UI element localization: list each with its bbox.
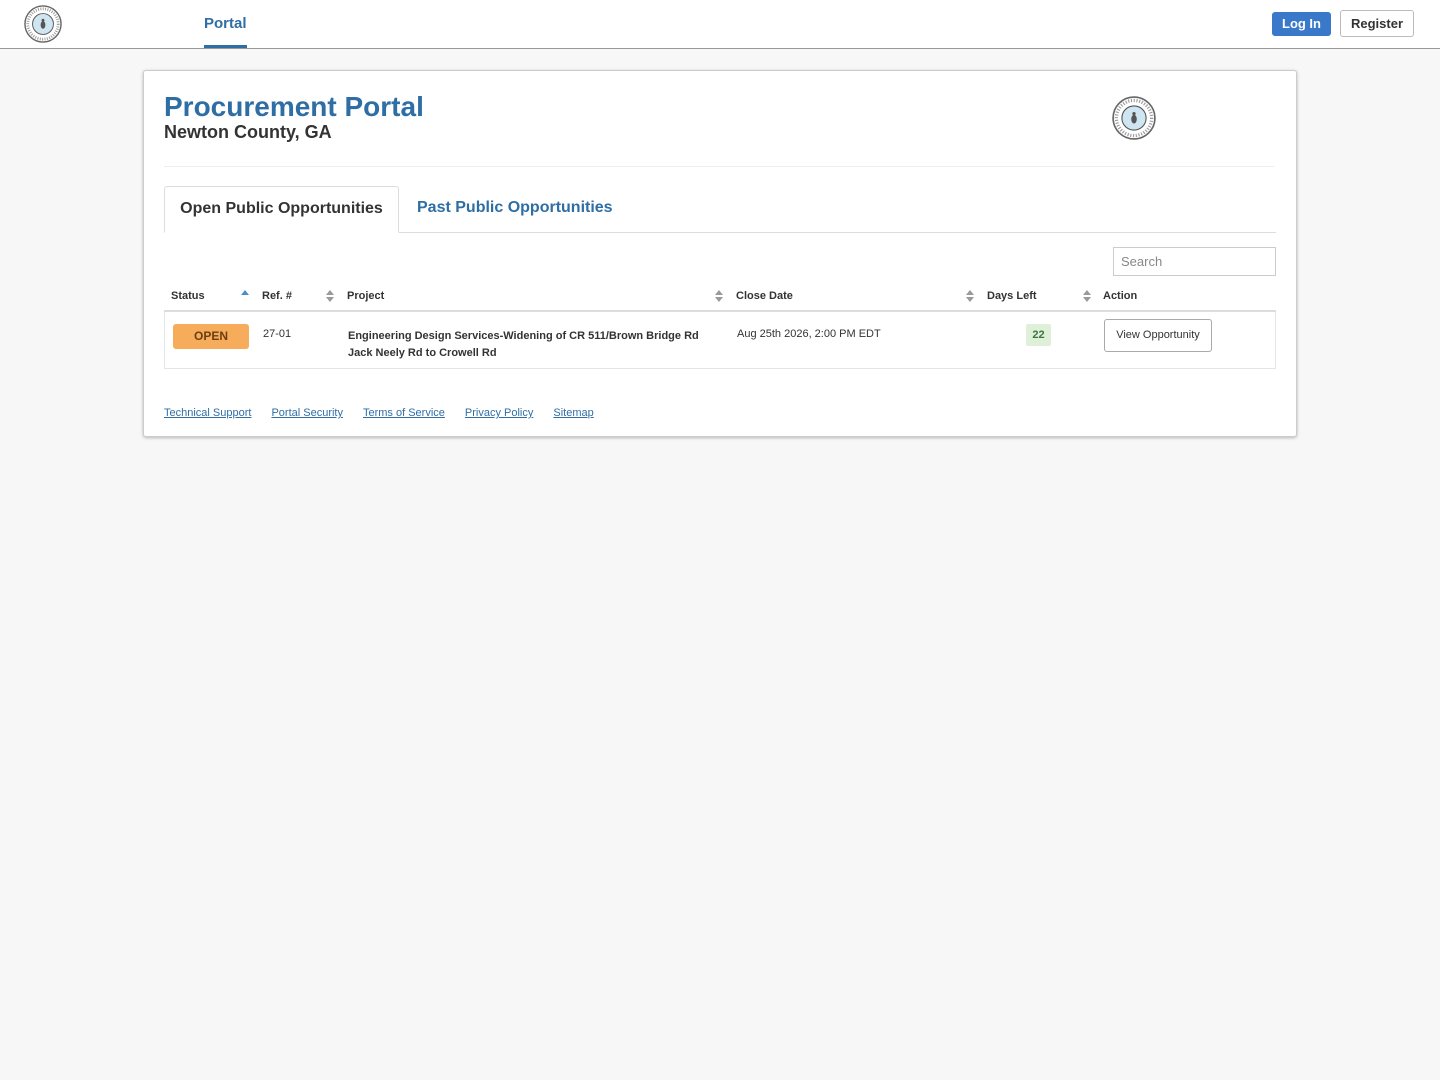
- county-seal-logo[interactable]: [24, 5, 62, 43]
- county-seal-logo: [1112, 96, 1156, 140]
- column-header-status[interactable]: Status: [171, 282, 205, 310]
- login-button[interactable]: Log In: [1272, 12, 1331, 36]
- search-input[interactable]: [1113, 247, 1276, 276]
- status-badge: OPEN: [173, 324, 249, 349]
- tab-open-opportunities[interactable]: Open Public Opportunities: [164, 186, 399, 233]
- opportunity-tabs: Open Public Opportunities Past Public Op…: [164, 186, 1276, 233]
- page-title: Procurement Portal: [164, 91, 424, 122]
- sort-icon[interactable]: [326, 289, 334, 303]
- sort-ascending-icon[interactable]: [241, 289, 249, 303]
- view-opportunity-button[interactable]: View Opportunity: [1104, 319, 1212, 352]
- sort-icon[interactable]: [966, 289, 974, 303]
- header-divider: [164, 166, 1274, 167]
- table-row: OPEN 27-01 Engineering Design Services-W…: [164, 312, 1276, 369]
- close-date: Aug 25th 2026, 2:00 PM EDT: [737, 328, 881, 340]
- sort-icon[interactable]: [1083, 289, 1091, 303]
- nav-portal-link[interactable]: Portal: [204, 0, 247, 48]
- sort-icon[interactable]: [715, 289, 723, 303]
- days-left-badge: 22: [1026, 324, 1051, 346]
- column-header-close-date[interactable]: Close Date: [736, 282, 793, 310]
- footer-link-technical-support[interactable]: Technical Support: [164, 407, 251, 419]
- column-header-days-left[interactable]: Days Left: [987, 282, 1037, 310]
- ref-number: 27-01: [263, 328, 292, 340]
- top-navbar: Portal Log In Register: [0, 0, 1440, 49]
- footer-link-terms-of-service[interactable]: Terms of Service: [363, 407, 445, 419]
- column-header-action: Action: [1103, 290, 1138, 302]
- tab-past-opportunities[interactable]: Past Public Opportunities: [417, 186, 613, 233]
- table-header: Status Ref. # Project Close Date Days Le…: [164, 282, 1276, 312]
- portal-card: Procurement Portal Newton County, GA Ope…: [143, 70, 1297, 437]
- page-subtitle: Newton County, GA: [164, 122, 332, 142]
- register-button[interactable]: Register: [1340, 10, 1414, 37]
- footer-link-portal-security[interactable]: Portal Security: [271, 407, 343, 419]
- project-name: Engineering Design Services-Widening of …: [348, 330, 699, 359]
- column-header-project[interactable]: Project: [347, 282, 384, 310]
- footer-link-privacy-policy[interactable]: Privacy Policy: [465, 407, 533, 419]
- column-header-ref[interactable]: Ref. #: [262, 282, 292, 310]
- footer-link-sitemap[interactable]: Sitemap: [553, 407, 593, 419]
- footer-links: Technical Support Portal Security Terms of…: [164, 403, 614, 419]
